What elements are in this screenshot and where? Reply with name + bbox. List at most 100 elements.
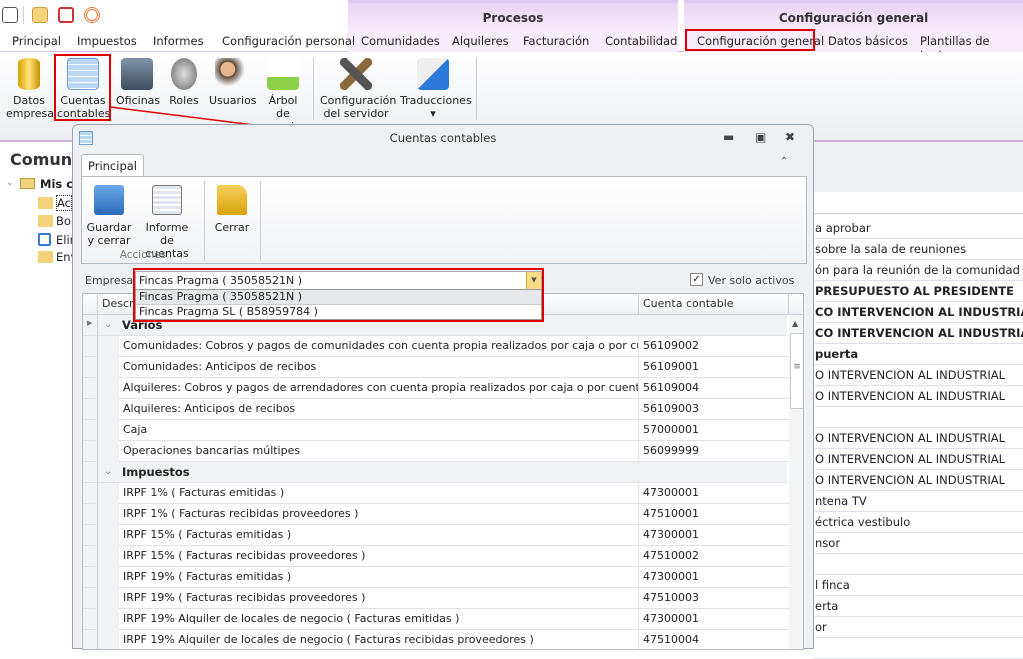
cell-cuenta[interactable]: 56109002 bbox=[639, 336, 789, 357]
row-indicator bbox=[83, 441, 98, 462]
row-indicator bbox=[83, 378, 98, 399]
row-indicator bbox=[83, 588, 98, 609]
table-row[interactable]: Comunidades: Cobros y pagos de comunidad… bbox=[83, 336, 789, 357]
dialog-ribbon: Guardar y cerrar Informe de cuentas Cerrar… bbox=[81, 176, 807, 264]
table-row[interactable]: IRPF 1% ( Facturas emitidas ) 47300001 bbox=[83, 483, 789, 504]
cell-descripcion[interactable]: Operaciones bancarias múltipes bbox=[119, 441, 639, 462]
folder-exit-icon bbox=[217, 185, 247, 215]
cell-cuenta[interactable]: 47300001 bbox=[639, 567, 789, 588]
cell-cuenta[interactable]: 47300001 bbox=[639, 609, 789, 630]
table-row[interactable]: IRPF 19% ( Facturas recibidas proveedore… bbox=[83, 588, 789, 609]
header-corner bbox=[789, 294, 803, 315]
cell-cuenta[interactable]: 56109004 bbox=[639, 378, 789, 399]
row-indicator bbox=[83, 483, 98, 504]
cell-descripcion[interactable]: IRPF 19% Alquiler de locales de negocio … bbox=[119, 609, 639, 630]
group-label: Acciones bbox=[119, 249, 167, 261]
indent bbox=[98, 546, 119, 567]
table-row[interactable]: IRPF 15% ( Facturas emitidas ) 47300001 bbox=[83, 525, 789, 546]
table-row[interactable]: Alquileres: Cobros y pagos de arrendador… bbox=[83, 378, 789, 399]
table-row[interactable]: IRPF 19% ( Facturas emitidas ) 47300001 bbox=[83, 567, 789, 588]
row-indicator bbox=[83, 630, 98, 649]
close-button[interactable]: ✖ bbox=[785, 130, 795, 144]
cell-descripcion[interactable]: IRPF 1% ( Facturas recibidas proveedores… bbox=[119, 504, 639, 525]
cuentas-contables-dialog: Cuentas contables ▬ ▣ ✖ ⌃ Principal Guar… bbox=[72, 124, 814, 650]
minimize-button[interactable]: ▬ bbox=[723, 130, 734, 144]
dialog-title: Cuentas contables bbox=[389, 131, 497, 145]
table-row[interactable]: Alquileres: Anticipos de recibos 56109003 bbox=[83, 399, 789, 420]
row-indicator bbox=[83, 462, 98, 483]
cell-descripcion[interactable]: IRPF 15% ( Facturas emitidas ) bbox=[119, 525, 639, 546]
row-indicator bbox=[83, 420, 98, 441]
cell-descripcion[interactable]: IRPF 19% Alquiler de locales de negocio … bbox=[119, 630, 639, 649]
scroll-up-icon[interactable]: ▲ bbox=[792, 319, 798, 328]
cell-cuenta[interactable]: 47300001 bbox=[639, 483, 789, 504]
guardar-cerrar-button[interactable]: Guardar y cerrar bbox=[86, 185, 132, 247]
table-row[interactable]: IRPF 19% Alquiler de locales de negocio … bbox=[83, 609, 789, 630]
cell-descripcion[interactable]: IRPF 19% ( Facturas recibidas proveedore… bbox=[119, 588, 639, 609]
cell-cuenta[interactable]: 56109003 bbox=[639, 399, 789, 420]
indent bbox=[98, 357, 119, 378]
indent bbox=[98, 504, 119, 525]
table-row[interactable]: IRPF 19% Alquiler de locales de negocio … bbox=[83, 630, 789, 649]
cell-cuenta[interactable]: 56099999 bbox=[639, 441, 789, 462]
indent bbox=[98, 420, 119, 441]
cell-descripcion[interactable]: IRPF 1% ( Facturas emitidas ) bbox=[119, 483, 639, 504]
cell-descripcion[interactable]: IRPF 15% ( Facturas recibidas proveedore… bbox=[119, 546, 639, 567]
cell-cuenta[interactable]: 57000001 bbox=[639, 420, 789, 441]
cell-cuenta[interactable]: 56109001 bbox=[639, 357, 789, 378]
cerrar-button[interactable]: Cerrar bbox=[210, 185, 254, 234]
row-indicator bbox=[83, 567, 98, 588]
cell-descripcion[interactable]: Comunidades: Cobros y pagos de comunidad… bbox=[119, 336, 639, 357]
indent bbox=[98, 567, 119, 588]
tab-principal[interactable]: Principal bbox=[81, 154, 144, 177]
cell-descripcion[interactable]: IRPF 19% ( Facturas emitidas ) bbox=[119, 567, 639, 588]
solo-activos-checkbox[interactable]: ✓ bbox=[690, 273, 703, 286]
save-icon bbox=[94, 185, 124, 215]
table-row[interactable]: Caja 57000001 bbox=[83, 420, 789, 441]
row-indicator bbox=[83, 609, 98, 630]
header-indicator bbox=[83, 294, 98, 315]
column-header-cuenta[interactable]: Cuenta contable bbox=[639, 294, 789, 315]
divider bbox=[204, 181, 205, 261]
indent bbox=[98, 483, 119, 504]
row-indicator bbox=[83, 546, 98, 567]
empresa-label: Empresa: bbox=[85, 274, 137, 287]
chevron-down-icon[interactable]: ⌄ bbox=[104, 315, 112, 335]
cell-descripcion[interactable]: Alquileres: Cobros y pagos de arrendador… bbox=[119, 378, 639, 399]
table-row[interactable]: Operaciones bancarias múltipes 56099999 bbox=[83, 441, 789, 462]
indent bbox=[98, 609, 119, 630]
highlight-box bbox=[133, 268, 544, 322]
group-row[interactable]: ⌄ Impuestos bbox=[98, 462, 787, 483]
cell-descripcion[interactable]: Comunidades: Anticipos de recibos bbox=[119, 357, 639, 378]
maximize-button[interactable]: ▣ bbox=[755, 130, 766, 144]
row-indicator bbox=[83, 336, 98, 357]
label: Cerrar bbox=[214, 221, 250, 234]
cell-cuenta[interactable]: 47510003 bbox=[639, 588, 789, 609]
cell-cuenta[interactable]: 47300001 bbox=[639, 525, 789, 546]
row-indicator: ▶ bbox=[83, 315, 98, 336]
cell-descripcion[interactable]: Caja bbox=[119, 420, 639, 441]
indent bbox=[98, 336, 119, 357]
table-row[interactable]: IRPF 15% ( Facturas recibidas proveedore… bbox=[83, 546, 789, 567]
indent bbox=[98, 525, 119, 546]
vertical-scrollbar[interactable]: ▲ ≡ bbox=[789, 315, 803, 649]
indent bbox=[98, 399, 119, 420]
solo-activos-label: Ver solo activos bbox=[708, 274, 795, 287]
indent bbox=[98, 588, 119, 609]
table-row[interactable]: Comunidades: Anticipos de recibos 5610900… bbox=[83, 357, 789, 378]
cell-cuenta[interactable]: 47510004 bbox=[639, 630, 789, 649]
cell-descripcion[interactable]: Alquileres: Anticipos de recibos bbox=[119, 399, 639, 420]
group-name: Impuestos bbox=[122, 465, 190, 479]
row-indicator bbox=[83, 525, 98, 546]
collapse-ribbon-icon[interactable]: ⌃ bbox=[780, 156, 788, 167]
row-indicator bbox=[83, 357, 98, 378]
chevron-down-icon[interactable]: ⌄ bbox=[104, 462, 112, 482]
scrollbar-thumb[interactable]: ≡ bbox=[790, 333, 803, 409]
cell-cuenta[interactable]: 47510001 bbox=[639, 504, 789, 525]
label: Guardar bbox=[86, 221, 132, 234]
indent bbox=[98, 630, 119, 649]
cell-cuenta[interactable]: 47510002 bbox=[639, 546, 789, 567]
indent bbox=[98, 378, 119, 399]
table-row[interactable]: IRPF 1% ( Facturas recibidas proveedores… bbox=[83, 504, 789, 525]
accounts-grid: Descrip Cuenta contable ▶ ⌄ Varios Comunida… bbox=[82, 293, 804, 650]
